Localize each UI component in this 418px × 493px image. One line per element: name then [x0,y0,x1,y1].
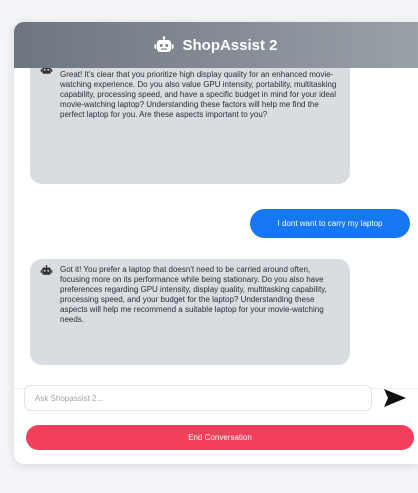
robot-icon [154,36,174,54]
chat-window: ShopAssist 2 Great! It's clear that you … [14,22,418,464]
robot-icon [40,68,53,75]
message-input[interactable] [24,385,372,411]
bot-message-text: Got it! You prefer a laptop that doesn't… [60,265,327,324]
bot-message: Got it! You prefer a laptop that doesn't… [30,259,350,365]
chat-header: ShopAssist 2 [14,22,418,68]
bot-message-text: Great! It's clear that you prioritize hi… [60,70,337,119]
send-button[interactable] [380,386,410,410]
bot-message: Great! It's clear that you prioritize hi… [30,68,350,184]
robot-icon [40,265,53,276]
user-message: I dont want to carry my laptop [250,209,410,238]
message-list: Great! It's clear that you prioritize hi… [14,68,418,388]
end-conversation-button[interactable]: End Conversation [26,425,414,450]
user-message-text: I dont want to carry my laptop [277,219,383,228]
send-arrow-icon [383,388,407,408]
chat-title: ShopAssist 2 [182,36,278,54]
composer [24,385,418,413]
